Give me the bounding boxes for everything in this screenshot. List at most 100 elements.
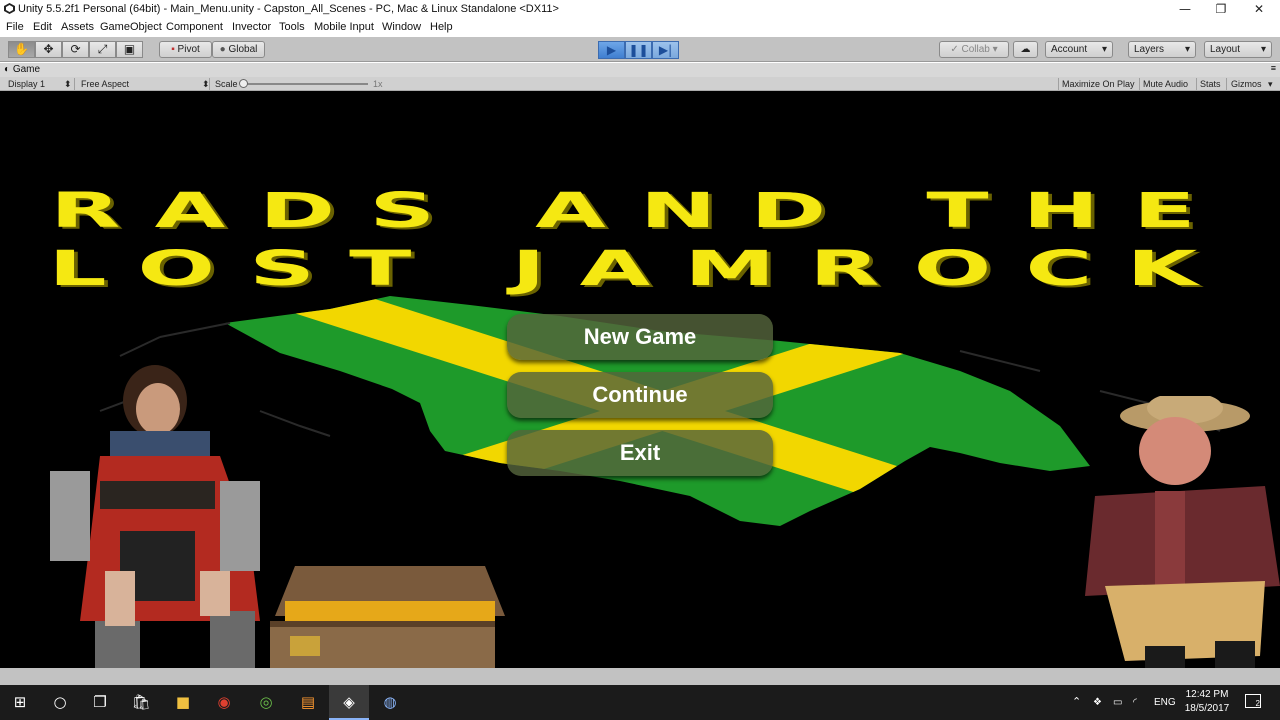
move-tool-icon[interactable]: ✥ xyxy=(35,41,62,58)
hand-tool-icon[interactable]: ✋ xyxy=(8,41,35,58)
notification-count: 2 xyxy=(1255,699,1260,708)
collab-label: Collab ▾ xyxy=(961,44,998,55)
chevron-down-icon: ▾ xyxy=(1260,44,1266,55)
menu-invector[interactable]: Invector xyxy=(232,21,271,33)
task-view-icon[interactable]: ❐ xyxy=(80,685,120,720)
chevron-down-icon: ▾ xyxy=(1268,79,1273,89)
menu-bar: File Edit Assets GameObject Component In… xyxy=(0,19,1280,37)
continue-button[interactable]: Continue xyxy=(507,372,773,418)
game-title-line-2: LOST JAMROCK xyxy=(48,241,1232,297)
start-icon[interactable]: ⊞ xyxy=(0,685,40,720)
stats-toggle[interactable]: Stats xyxy=(1200,79,1221,89)
mute-audio-toggle[interactable]: Mute Audio xyxy=(1143,79,1188,89)
divider xyxy=(1226,78,1227,90)
treasure-chest-image xyxy=(270,566,505,668)
battery-icon[interactable]: ▭ xyxy=(1113,685,1122,720)
pivot-icon: ▪ xyxy=(171,44,175,55)
layout-label: Layout xyxy=(1210,44,1241,55)
menu-tools[interactable]: Tools xyxy=(279,21,305,33)
global-label: Global xyxy=(228,44,258,55)
account-label: Account xyxy=(1051,44,1088,55)
app-icon[interactable]: ◎ xyxy=(246,685,286,720)
dropbox-icon[interactable]: ❖ xyxy=(1093,685,1102,720)
chevron-up-icon[interactable]: ⌃ xyxy=(1072,685,1081,720)
close-button[interactable]: ✕ xyxy=(1240,0,1278,19)
minimize-button[interactable]: — xyxy=(1166,0,1204,19)
chevron-down-icon: ▾ xyxy=(1184,44,1190,55)
divider xyxy=(1196,78,1197,90)
notification-center-icon[interactable]: 2 xyxy=(1245,694,1261,708)
menu-file[interactable]: File xyxy=(6,21,24,33)
window-titlebar: Unity 5.5.2f1 Personal (64bit) - Main_Me… xyxy=(0,0,1280,19)
store-icon[interactable]: 🛍 xyxy=(121,685,161,720)
old-man-character-image xyxy=(1085,396,1280,668)
pause-button[interactable]: ❚❚ xyxy=(625,41,652,59)
chrome-icon[interactable]: ◉ xyxy=(204,685,244,720)
new-game-button[interactable]: New Game xyxy=(507,314,773,360)
clock[interactable]: 12:42 PM 18/5/2017 xyxy=(1184,688,1230,716)
scale-tool-icon[interactable]: ⤢ xyxy=(89,41,116,58)
layers-label: Layers xyxy=(1134,44,1165,55)
menu-help[interactable]: Help xyxy=(430,21,453,33)
game-title-line-1: RADS AND THE xyxy=(50,183,1230,239)
menu-assets[interactable]: Assets xyxy=(61,21,94,33)
global-icon: ● xyxy=(219,44,226,55)
menu-component[interactable]: Component xyxy=(166,21,223,33)
collab-check-icon: ✓ xyxy=(950,44,959,55)
clock-time: 12:42 PM xyxy=(1185,689,1229,700)
female-character-image xyxy=(50,365,260,668)
exit-button[interactable]: Exit xyxy=(507,430,773,476)
menu-edit[interactable]: Edit xyxy=(33,21,52,33)
account-dropdown[interactable]: Account ▾ xyxy=(1045,41,1113,58)
scale-slider[interactable] xyxy=(239,79,368,88)
scale-value: 1x xyxy=(373,79,383,89)
chevron-down-icon: ⬍ xyxy=(64,79,72,89)
file-explorer-icon[interactable]: ■ xyxy=(163,685,203,720)
wifi-icon[interactable]: ◜ xyxy=(1133,685,1137,720)
rect-tool-icon[interactable]: ▣ xyxy=(116,41,143,58)
layout-dropdown[interactable]: Layout ▾ xyxy=(1204,41,1272,58)
play-button[interactable]: ▶ xyxy=(598,41,625,59)
tab-menu-icon[interactable]: ≡ xyxy=(1271,63,1276,73)
divider xyxy=(1139,78,1140,90)
divider xyxy=(1058,78,1059,90)
game-tab-label: Game xyxy=(12,64,41,75)
layers-dropdown[interactable]: Layers ▾ xyxy=(1128,41,1196,58)
language-indicator[interactable]: ENG xyxy=(1154,685,1176,720)
cloud-button[interactable]: ☁ xyxy=(1013,41,1038,58)
maximize-on-play-toggle[interactable]: Maximize On Play xyxy=(1062,79,1135,89)
unity-icon[interactable]: ◈ xyxy=(329,685,369,720)
chevron-down-icon: ▾ xyxy=(1101,44,1107,55)
global-toggle[interactable]: ● Global xyxy=(212,41,265,58)
game-tab-bar: ◐ Game ≡ xyxy=(0,63,1280,77)
pivot-toggle[interactable]: ▪ Pivot xyxy=(159,41,212,58)
tab-game[interactable]: ◐ Game xyxy=(4,64,40,75)
window-title: Unity 5.5.2f1 Personal (64bit) - Main_Me… xyxy=(18,3,559,15)
divider xyxy=(209,78,210,90)
clock-date: 18/5/2017 xyxy=(1184,703,1230,714)
editor-toolbar: ✋ ✥ ⟳ ⤢ ▣ ▪ Pivot ● Global ▶ ❚❚ ▶| ✓ Col… xyxy=(0,37,1280,62)
maximize-button[interactable]: ❐ xyxy=(1202,0,1240,19)
cortana-icon[interactable]: ○ xyxy=(40,685,80,720)
divider xyxy=(74,78,75,90)
unity-hub-icon[interactable]: ◍ xyxy=(370,685,410,720)
collab-button[interactable]: ✓ Collab ▾ xyxy=(939,41,1009,58)
gizmos-dropdown[interactable]: Gizmos xyxy=(1231,79,1262,89)
aspect-dropdown[interactable]: Free Aspect xyxy=(81,79,129,89)
unity-logo-icon xyxy=(4,3,15,14)
menu-mobile-input[interactable]: Mobile Input xyxy=(314,21,374,33)
rotate-tool-icon[interactable]: ⟳ xyxy=(62,41,89,58)
game-viewport[interactable]: RADS AND THE LOST JAMROCK New Game Conti… xyxy=(0,91,1280,668)
game-view-options: Display 1 ⬍ Free Aspect ⬍ Scale 1x Maxim… xyxy=(0,77,1280,91)
menu-gameobject[interactable]: GameObject xyxy=(100,21,162,33)
pivot-label: Pivot xyxy=(177,44,200,55)
step-button[interactable]: ▶| xyxy=(652,41,679,59)
game-tab-icon: ◐ xyxy=(4,64,11,75)
menu-window[interactable]: Window xyxy=(382,21,421,33)
display-dropdown[interactable]: Display 1 xyxy=(8,79,45,89)
windows-taskbar: ⊞ ○ ❐ 🛍 ■ ◉ ◎ ▤ ◈ ◍ ⌃ ❖ ▭ ◜ ENG 12:42 PM… xyxy=(0,685,1280,720)
scale-slider-thumb[interactable] xyxy=(239,79,248,88)
sublime-icon[interactable]: ▤ xyxy=(288,685,328,720)
editor-status-bar xyxy=(0,668,1280,685)
scale-label: Scale xyxy=(215,79,238,89)
